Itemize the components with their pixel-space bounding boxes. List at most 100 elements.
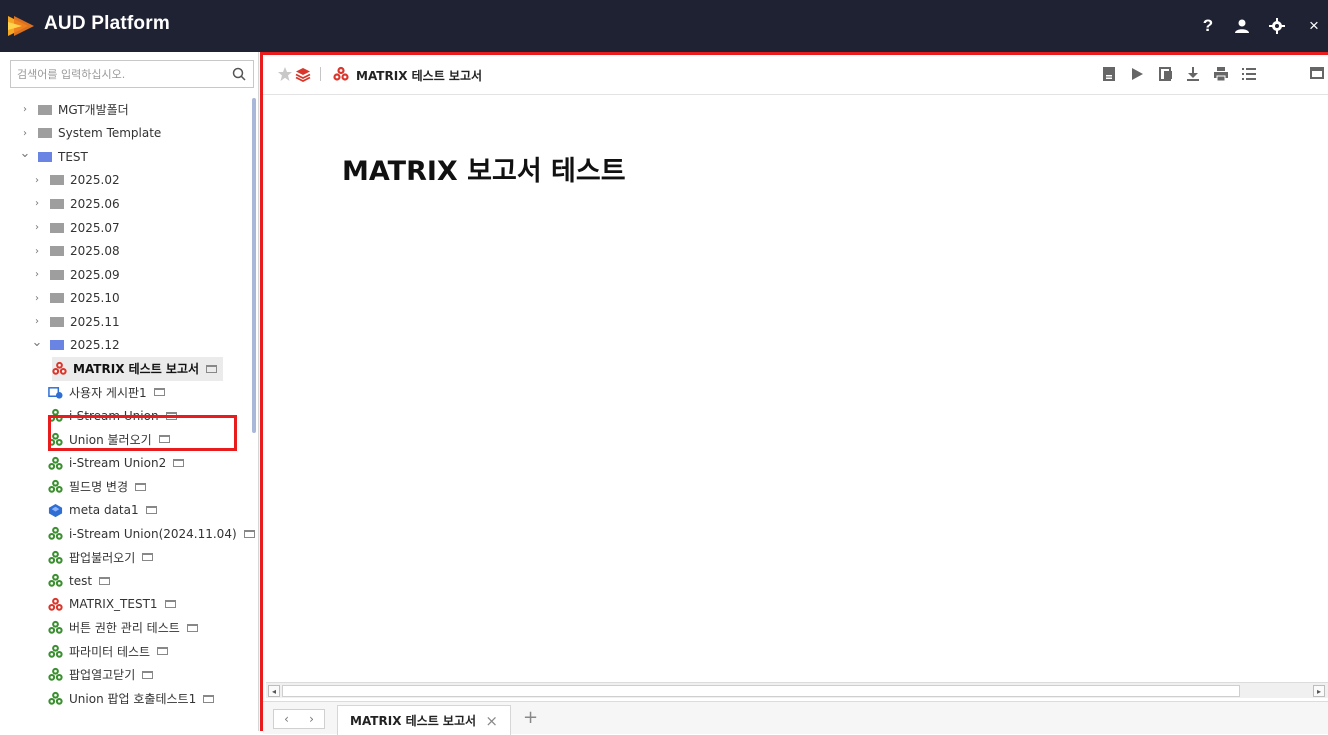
folder-icon [50,340,64,351]
tree-folder[interactable]: › 2025.06 [32,192,120,216]
tree-item[interactable]: 버튼 권한 관리 테스트 [48,616,198,640]
open-window-icon[interactable] [142,553,154,562]
open-window-icon[interactable] [158,435,170,444]
layers-icon[interactable] [295,66,311,82]
open-window-icon[interactable] [99,576,111,585]
list-icon[interactable] [1241,66,1257,82]
tree-folder[interactable]: › System Template [20,122,161,146]
tree-item[interactable]: Union 팝업 호출테스트1 [48,687,215,711]
tree-item[interactable]: i-Stream Union [48,404,177,428]
tree-item-label: i-Stream Union(2024.11.04) [69,526,237,541]
tab-next-button[interactable]: › [309,712,314,726]
tree-folder[interactable]: › 2025.11 [32,310,120,334]
search-box [10,60,254,88]
user-icon[interactable] [1230,14,1254,38]
tree-item[interactable]: 팝업열고닫기 [48,663,154,687]
tree-item[interactable]: test [48,569,111,593]
export-icon[interactable] [1158,66,1174,82]
tree-item-label: meta data1 [69,503,139,518]
report-icon [48,550,63,564]
scroll-right-button[interactable]: ▸ [1313,685,1325,697]
tree-item[interactable]: i-Stream Union(2024.11.04) [48,522,255,546]
tree-item[interactable]: MATRIX 테스트 보고서 [52,357,224,381]
tree-folder[interactable]: ⌄ TEST [20,145,88,169]
download-icon[interactable] [1185,66,1201,82]
report-tab-title: MATRIX 테스트 보고서 [356,69,483,83]
tree-item[interactable]: 필드명 변경 [48,475,147,499]
app-header: AUD Platform ? × [0,0,1328,52]
chevron-right-icon[interactable]: › [32,246,42,257]
open-window-icon[interactable] [135,482,147,491]
run-icon[interactable] [1129,66,1145,82]
close-button[interactable]: × [1302,14,1326,38]
tab-prev-button[interactable]: ‹ [284,712,289,726]
scroll-track[interactable] [282,685,1240,697]
open-window-icon[interactable] [206,364,218,373]
help-button[interactable]: ? [1196,14,1220,38]
print-icon[interactable] [1213,66,1229,82]
report-icon [48,409,63,423]
tree-item[interactable]: 파라미터 테스트 [48,640,169,664]
tab-nav: ‹ › [273,709,325,729]
tree-item[interactable]: i-Stream Union2 [48,451,185,475]
chevron-right-icon[interactable]: › [32,198,42,209]
tree-folder[interactable]: › MGT개발폴더 [20,98,129,122]
tree-item[interactable]: meta data1 [48,498,157,522]
chevron-right-icon[interactable]: › [20,128,30,139]
folder-icon [38,151,52,162]
tree-item-label: 2025.12 [70,338,120,353]
tree-item[interactable]: 사용자 게시판1 [48,381,165,405]
report-icon [48,691,63,705]
open-window-icon[interactable] [157,647,169,656]
chevron-right-icon[interactable]: › [32,316,42,327]
folder-icon [38,104,52,115]
open-window-icon[interactable] [186,623,198,632]
chevron-right-icon[interactable]: › [20,104,30,115]
open-window-icon[interactable] [173,459,185,467]
add-tab-button[interactable]: + [523,707,538,728]
open-window-icon[interactable] [142,670,154,679]
chevron-right-icon[interactable]: › [32,222,42,233]
toolbar-divider [320,67,321,81]
folder-icon [50,222,64,233]
tree-item-label: test [69,573,93,588]
chevron-right-icon[interactable]: › [32,269,42,280]
chevron-down-icon[interactable]: ⌄ [20,146,31,161]
search-input[interactable] [11,61,225,87]
gear-icon[interactable] [1265,14,1289,38]
report-icon [48,621,63,635]
open-window-icon[interactable] [243,529,255,538]
open-window-icon[interactable] [145,506,157,515]
tree-item-label: 버튼 권한 관리 테스트 [69,621,180,636]
tree-item[interactable]: MATRIX_TEST1 [48,593,176,617]
viewer-toolbar: MATRIX 테스트 보고서 [263,55,1328,95]
open-window-icon[interactable] [165,411,177,420]
sidebar-scrollbar[interactable] [252,98,256,433]
tree-item-label: 팝업불러오기 [69,550,136,565]
tree-item[interactable]: 팝업불러오기 [48,545,154,569]
open-window-icon[interactable] [153,388,165,397]
report-icon [48,526,63,540]
tree-item[interactable]: Union 불러오기 [48,428,170,452]
star-icon[interactable] [277,66,293,82]
tree-item-label: 2025.07 [70,220,120,235]
chevron-right-icon[interactable]: › [32,175,42,186]
scroll-left-button[interactable]: ◂ [268,685,280,697]
chevron-right-icon[interactable]: › [32,293,42,304]
tree-folder[interactable]: › 2025.07 [32,216,120,240]
tree-folder[interactable]: › 2025.08 [32,239,120,263]
window-icon[interactable] [1310,66,1324,82]
horizontal-scrollbar[interactable]: ◂ ▸ [266,682,1328,698]
open-window-icon[interactable] [164,600,176,609]
tree-folder[interactable]: › 2025.10 [32,286,120,310]
tree-folder[interactable]: › 2025.02 [32,169,120,193]
chevron-down-icon[interactable]: ⌄ [32,335,43,350]
tree-item-label: MGT개발폴더 [58,103,129,118]
tree-item-label: 2025.09 [70,267,120,282]
tree-folder[interactable]: › 2025.09 [32,263,120,287]
open-window-icon[interactable] [203,694,215,703]
search-icon[interactable] [231,66,247,82]
tree-folder[interactable]: ⌄ 2025.12 [32,334,120,358]
tab-close-button[interactable]: × [485,712,498,730]
save-icon[interactable] [1101,66,1117,82]
